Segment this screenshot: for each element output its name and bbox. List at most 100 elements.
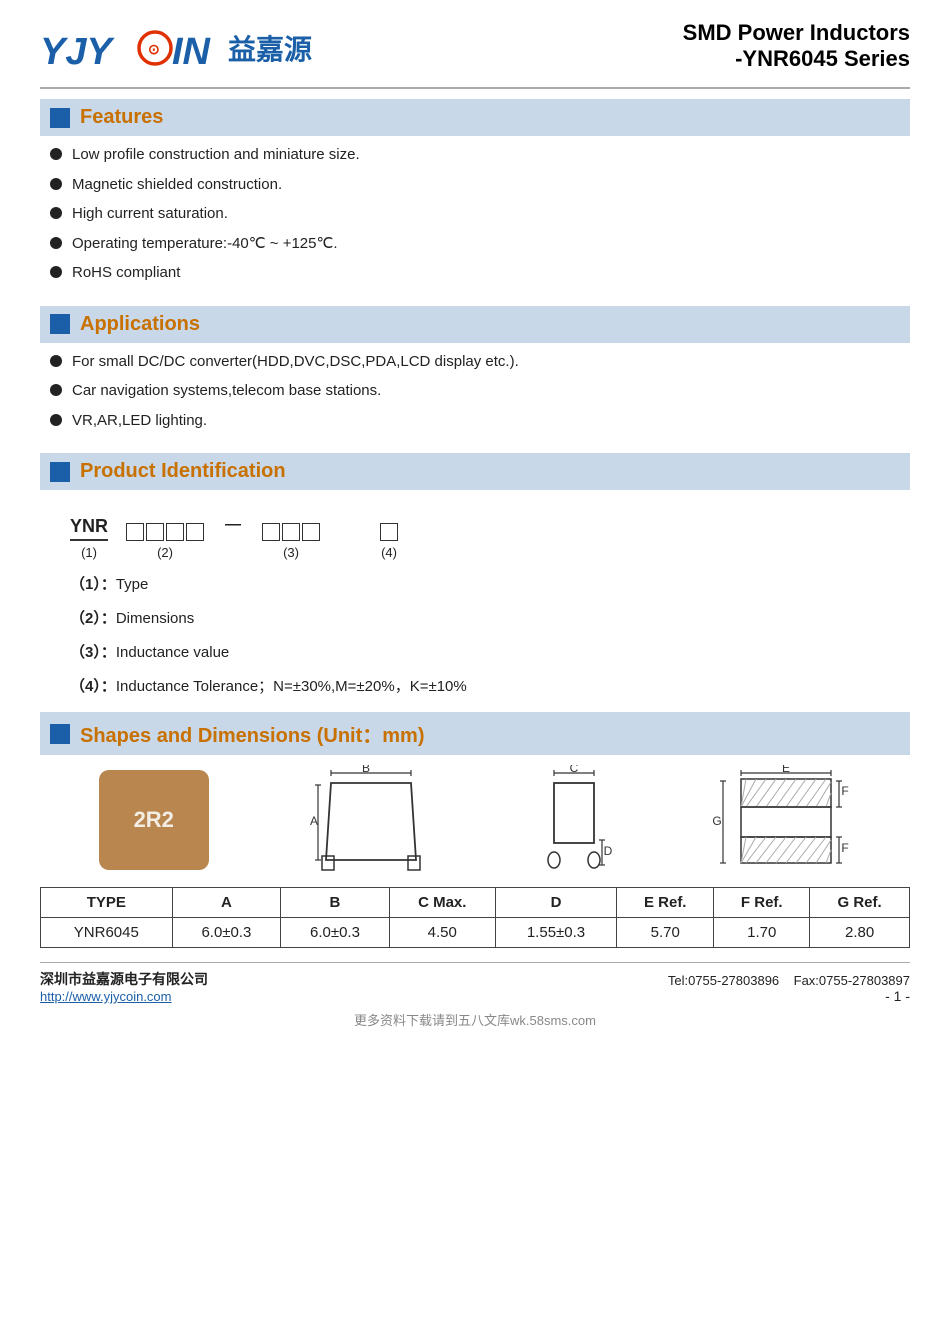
tel: Tel:0755-27803896 xyxy=(668,973,779,988)
tel-fax: Tel:0755-27803896 Fax:0755-27803897 xyxy=(668,973,910,988)
footer-right: Tel:0755-27803896 Fax:0755-27803897 - 1 … xyxy=(668,973,910,1004)
feature-item-4: Operating temperature:-40℃ ~ +125℃. xyxy=(72,233,338,256)
pid-boxes-3 xyxy=(262,523,320,541)
applications-title: Applications xyxy=(80,313,200,336)
col-a: A xyxy=(172,888,281,918)
header: YJY ⊙ IN 益嘉源 SMD Power Inductors -YNR604… xyxy=(40,20,910,89)
id-note-num-1: （1）： xyxy=(70,576,116,593)
pid-group-4: (4) xyxy=(380,523,398,560)
title-line2: -YNR6045 Series xyxy=(683,46,910,72)
col-c-max: C Max. xyxy=(389,888,495,918)
bullet-dot xyxy=(50,207,62,219)
list-item: High current saturation. xyxy=(50,203,910,226)
app-item-1: For small DC/DC converter(HDD,DVC,DSC,PD… xyxy=(72,351,519,374)
shapes-icon xyxy=(50,724,70,744)
list-item: Operating temperature:-40℃ ~ +125℃. xyxy=(50,233,910,256)
svg-text:⊙: ⊙ xyxy=(148,41,160,57)
pid-prefix: YNR xyxy=(70,516,108,541)
svg-text:F: F xyxy=(842,841,849,855)
pid-box xyxy=(146,523,164,541)
page: YJY ⊙ IN 益嘉源 SMD Power Inductors -YNR604… xyxy=(0,0,950,1344)
pid-group-3: (3) xyxy=(262,523,320,560)
id-note-text-4: Inductance Tolerance；N=±30%,M=±20%，K=±10… xyxy=(116,678,467,695)
fax: Fax:0755-27803897 xyxy=(794,973,910,988)
cell-g: 2.80 xyxy=(810,918,910,948)
col-g-ref: G Ref. xyxy=(810,888,910,918)
applications-section-bar: Applications xyxy=(40,306,910,343)
front-view-svg: B A xyxy=(306,765,436,875)
pid-box xyxy=(302,523,320,541)
bullet-dot xyxy=(50,414,62,426)
svg-text:C: C xyxy=(569,765,578,775)
logo-svg: YJY ⊙ IN xyxy=(40,20,220,75)
id-note-num-2: （2）： xyxy=(70,610,116,627)
pid-group-1: YNR (1) xyxy=(70,516,108,560)
list-item: Low profile construction and miniature s… xyxy=(50,144,910,167)
id-note-3: （3）：Inductance value xyxy=(70,638,880,668)
list-item: For small DC/DC converter(HDD,DVC,DSC,PD… xyxy=(50,351,910,374)
footer: 深圳市益嘉源电子有限公司 http://www.yjycoin.com Tel:… xyxy=(40,962,910,1004)
side-view-svg: C D xyxy=(534,765,614,875)
id-note-4: （4）：Inductance Tolerance；N=±30%,M=±20%，K… xyxy=(70,672,880,702)
product-id-icon xyxy=(50,462,70,482)
svg-text:B: B xyxy=(362,765,370,775)
component-photo: 2R2 xyxy=(99,770,209,870)
col-d: D xyxy=(495,888,616,918)
features-title: Features xyxy=(80,106,163,129)
pid-label-3: (3) xyxy=(283,545,299,560)
pid-box xyxy=(262,523,280,541)
pid-label-1: (1) xyxy=(81,545,97,560)
website-link[interactable]: http://www.yjycoin.com xyxy=(40,989,208,1004)
cell-a: 6.0±0.3 xyxy=(172,918,281,948)
ref-view-svg: E F F G xyxy=(711,765,851,875)
pid-box xyxy=(380,523,398,541)
pid-boxes-2 xyxy=(126,523,204,541)
app-item-3: VR,AR,LED lighting. xyxy=(72,410,207,433)
id-note-text-2: Dimensions xyxy=(116,610,194,627)
applications-icon xyxy=(50,314,70,334)
pid-box xyxy=(186,523,204,541)
pid-box xyxy=(126,523,144,541)
feature-item-1: Low profile construction and miniature s… xyxy=(72,144,360,167)
svg-text:A: A xyxy=(310,814,318,828)
product-id-section-bar: Product Identification xyxy=(40,453,910,490)
shapes-title: Shapes and Dimensions (Unit：mm) xyxy=(80,719,425,748)
watermark: 更多资料下载请到五八文库wk.58sms.com xyxy=(40,1010,910,1029)
id-notes: （1）：Type （2）：Dimensions （3）：Inductance v… xyxy=(70,570,880,702)
logo-area: YJY ⊙ IN 益嘉源 xyxy=(40,20,312,75)
pid-box xyxy=(282,523,300,541)
bullet-dot xyxy=(50,178,62,190)
cell-type: YNR6045 xyxy=(41,918,173,948)
cell-e: 5.70 xyxy=(617,918,714,948)
app-item-2: Car navigation systems,telecom base stat… xyxy=(72,380,381,403)
product-id-title: Product Identification xyxy=(80,460,286,483)
pid-boxes-4 xyxy=(380,523,398,541)
svg-text:IN: IN xyxy=(172,31,212,73)
pid-box xyxy=(166,523,184,541)
svg-text:D: D xyxy=(603,844,612,858)
cell-c: 4.50 xyxy=(389,918,495,948)
col-f-ref: F Ref. xyxy=(714,888,810,918)
table-header-row: TYPE A B C Max. D E Ref. F Ref. G Ref. xyxy=(41,888,910,918)
component-label: 2R2 xyxy=(134,807,174,833)
pid-group-2: (2) xyxy=(126,523,204,560)
title-line1: SMD Power Inductors xyxy=(683,20,910,46)
id-note-num-4: （4）： xyxy=(70,678,116,695)
shapes-section-bar: Shapes and Dimensions (Unit：mm) xyxy=(40,712,910,755)
dimensions-table: TYPE A B C Max. D E Ref. F Ref. G Ref. Y… xyxy=(40,887,910,948)
svg-text:E: E xyxy=(782,765,790,775)
id-note-text-1: Type xyxy=(116,576,149,593)
product-id-diagram: YNR (1) (2) － (3) xyxy=(70,508,880,560)
page-number: - 1 - xyxy=(668,988,910,1004)
features-icon xyxy=(50,108,70,128)
shapes-diagram: 2R2 B A C D xyxy=(40,765,910,875)
col-b: B xyxy=(281,888,390,918)
list-item: RoHS compliant xyxy=(50,262,910,285)
bullet-dot xyxy=(50,237,62,249)
feature-item-5: RoHS compliant xyxy=(72,262,180,285)
header-title: SMD Power Inductors -YNR6045 Series xyxy=(683,20,910,72)
cell-f: 1.70 xyxy=(714,918,810,948)
table-row: YNR6045 6.0±0.3 6.0±0.3 4.50 1.55±0.3 5.… xyxy=(41,918,910,948)
pid-dash: － xyxy=(222,508,244,540)
features-section-bar: Features xyxy=(40,99,910,136)
